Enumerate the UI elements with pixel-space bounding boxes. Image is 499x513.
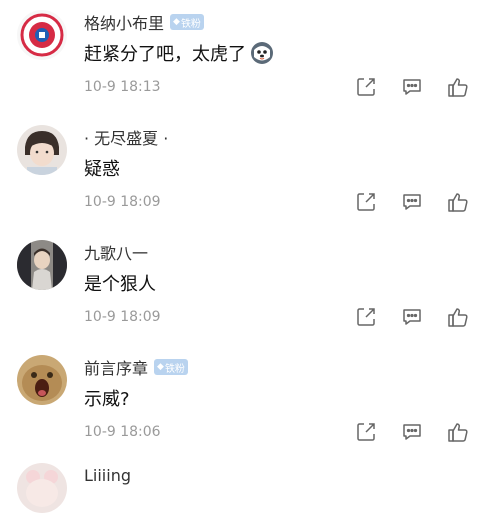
- comment-icon: [403, 194, 421, 210]
- comment-text: 疑惑: [84, 155, 120, 181]
- share-icon: [357, 78, 375, 96]
- comment-button[interactable]: [389, 188, 435, 216]
- badge-label: 铁粉: [180, 18, 201, 30]
- comment-icon: [403, 309, 421, 325]
- share-icon: [357, 308, 375, 326]
- comment-text: 是个狠人: [84, 270, 156, 296]
- like-icon: [448, 193, 468, 212]
- badge-icon: ◆: [173, 17, 180, 27]
- comment-button[interactable]: [389, 73, 435, 101]
- comment-text-body: 赶紧分了吧，太虎了: [84, 44, 246, 65]
- comment-item: · 无尽盛夏 · 疑惑 10-9 18:09: [0, 115, 499, 232]
- like-button[interactable]: [435, 73, 481, 101]
- username[interactable]: 九歌八一: [84, 240, 148, 264]
- comment-text: 示威?: [84, 385, 130, 411]
- avatar[interactable]: [17, 125, 67, 175]
- username[interactable]: Liiiing: [84, 466, 131, 485]
- timestamp: 10-9 18:13: [84, 79, 161, 95]
- avatar[interactable]: [17, 10, 67, 60]
- avatar[interactable]: [17, 463, 67, 513]
- like-button[interactable]: [435, 303, 481, 331]
- share-icon: [357, 193, 375, 211]
- timestamp: 10-9 18:06: [84, 424, 161, 440]
- share-button[interactable]: [343, 73, 389, 101]
- share-button[interactable]: [343, 418, 389, 446]
- comment-button[interactable]: [389, 418, 435, 446]
- comment-text: 赶紧分了吧，太虎了: [84, 40, 274, 66]
- comment-text-body: 示威?: [84, 389, 130, 410]
- share-button[interactable]: [343, 188, 389, 216]
- username[interactable]: · 无尽盛夏 ·: [84, 125, 168, 149]
- like-icon: [448, 78, 468, 97]
- timestamp: 10-9 18:09: [84, 309, 161, 325]
- comment-text-body: 是个狠人: [84, 274, 156, 295]
- username[interactable]: 前言序章: [84, 355, 148, 379]
- comment-icon: [403, 424, 421, 440]
- husky-emoji-icon: [250, 41, 274, 65]
- like-button[interactable]: [435, 418, 481, 446]
- avatar[interactable]: [17, 355, 67, 405]
- comment-item: Liiiing: [0, 455, 499, 513]
- like-button[interactable]: [435, 188, 481, 216]
- timestamp: 10-9 18:09: [84, 194, 161, 210]
- comment-text-body: 疑惑: [84, 159, 120, 180]
- fan-badge: ◆ 铁粉: [170, 14, 204, 30]
- comment-item: 九歌八一 是个狠人 10-9 18:09: [0, 230, 499, 347]
- comment-item: 格纳小布里 ◆ 铁粉 赶紧分了吧，太虎了 10-9 18:13: [0, 0, 499, 117]
- comment-icon: [403, 79, 421, 95]
- like-icon: [448, 308, 468, 327]
- badge-icon: ◆: [157, 362, 164, 372]
- username[interactable]: 格纳小布里: [84, 10, 164, 34]
- avatar[interactable]: [17, 240, 67, 290]
- comment-button[interactable]: [389, 303, 435, 331]
- like-icon: [448, 423, 468, 442]
- share-icon: [357, 423, 375, 441]
- share-button[interactable]: [343, 303, 389, 331]
- fan-badge: ◆ 铁粉: [154, 359, 188, 375]
- badge-label: 铁粉: [164, 363, 185, 375]
- comment-item: 前言序章 ◆ 铁粉 示威? 10-9 18:06: [0, 345, 499, 462]
